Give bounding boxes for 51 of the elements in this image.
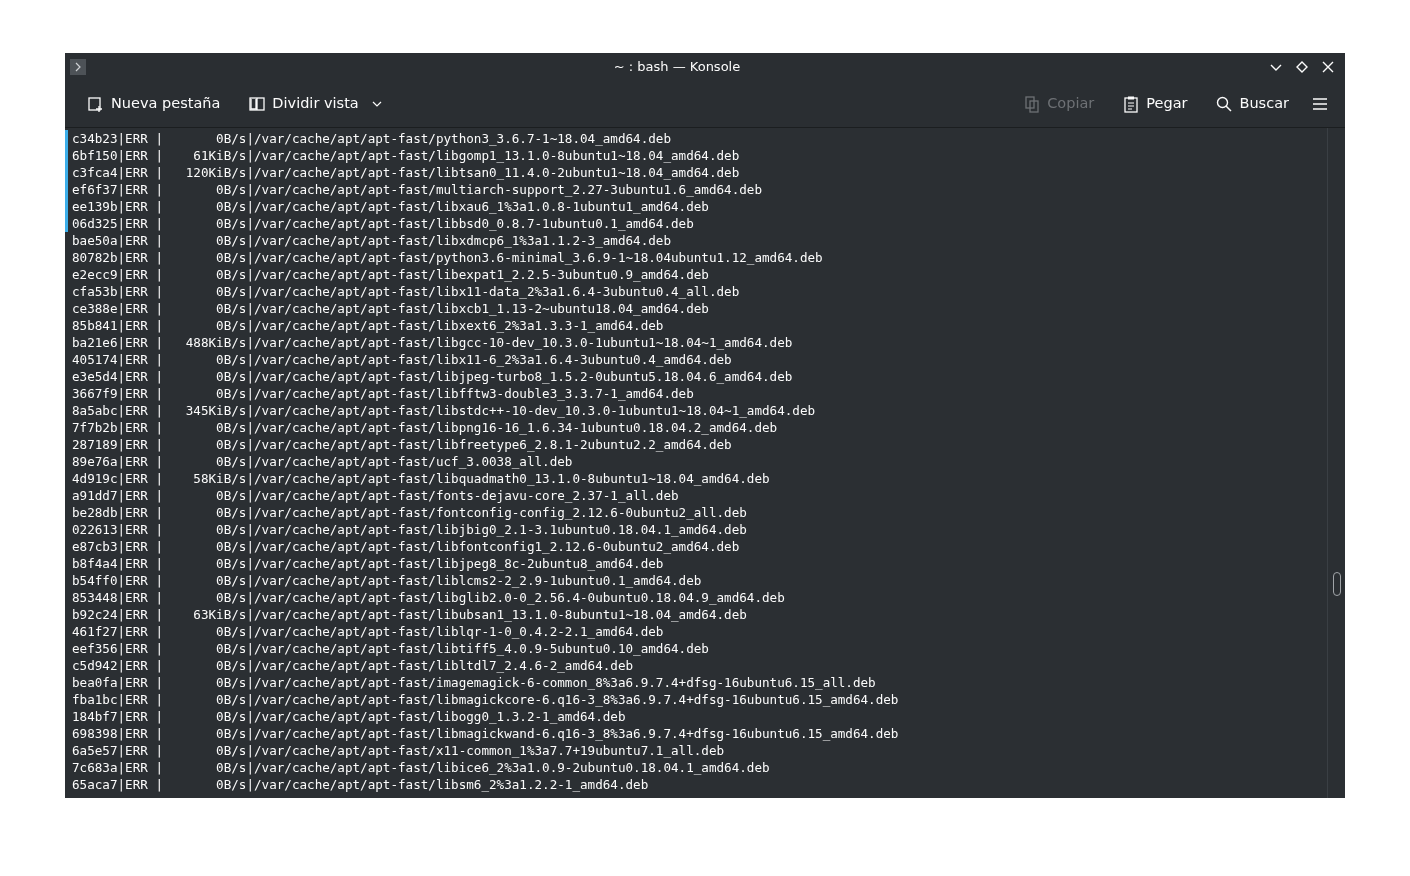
terminal-line: be28db|ERR | 0B/s|/var/cache/apt/apt-fast/fontconfig-config_2.12.6-0ubuntu2_all.deb — [71, 504, 747, 521]
terminal-line: 80782b|ERR | 0B/s|/var/cache/apt/apt-fast/python3.6-minimal_3.6.9-1~18.04ubuntu1.12_amd64.deb — [71, 249, 823, 266]
terminal-line: 8a5abc|ERR | 345KiB/s|/var/cache/apt/apt-fast/libstdc++-10-dev_10.3.0-1ubuntu1~18.04~1_amd64.deb — [71, 402, 816, 419]
terminal-line: 6bf150|ERR | 61KiB/s|/var/cache/apt/apt-fast/libgomp1_13.1.0-8ubuntu1~18.04_amd64.deb — [65, 147, 740, 164]
terminal-line: 461f27|ERR | 0B/s|/var/cache/apt/apt-fast/liblqr-1-0_0.4.2-2.1_amd64.deb — [71, 623, 664, 640]
terminal-line: 405174|ERR | 0B/s|/var/cache/apt/apt-fast/libx11-6_2%3a1.6.4-3ubuntu0.4_amd64.deb — [71, 351, 732, 368]
terminal-line: 853448|ERR | 0B/s|/var/cache/apt/apt-fast/libglib2.0-0_2.56.4-0ubuntu0.18.04.9_amd64.deb — [71, 589, 785, 606]
terminal-line: c34b23|ERR | 0B/s|/var/cache/apt/apt-fast/python3_3.6.7-1~18.04_amd64.deb — [65, 130, 671, 147]
terminal-line: 7f7b2b|ERR | 0B/s|/var/cache/apt/apt-fast/libpng16-16_1.6.34-1ubuntu0.18.04.2_amd64.deb — [71, 419, 778, 436]
terminal-line: ef6f37|ERR | 0B/s|/var/cache/apt/apt-fast/multiarch-support_2.27-3ubuntu1.6_amd64.deb — [65, 181, 762, 198]
terminal-line: b92c24|ERR | 63KiB/s|/var/cache/apt/apt-fast/libubsan1_13.1.0-8ubuntu1~18.04_amd64.deb — [71, 606, 747, 623]
terminal-line: e87cb3|ERR | 0B/s|/var/cache/apt/apt-fast/libfontconfig1_2.12.6-0ubuntu2_amd64.deb — [71, 538, 740, 555]
window-title: ~ : bash — Konsole — [612, 58, 742, 77]
split-view-icon — [248, 95, 267, 113]
terminal-line: 698398|ERR | 0B/s|/var/cache/apt/apt-fast/libmagickwand-6.q16-3_8%3a6.9.7.4+dfsg-16ubuntu6.15_amd64.deb — [71, 725, 899, 742]
terminal-line: cfa53b|ERR | 0B/s|/var/cache/apt/apt-fast/libx11-data_2%3a1.6.4-3ubuntu0.4_all.deb — [71, 283, 740, 300]
terminal-line: 85b841|ERR | 0B/s|/var/cache/apt/apt-fast/libxext6_2%3a1.3.3-1_amd64.deb — [71, 317, 664, 334]
terminal-line: e3e5d4|ERR | 0B/s|/var/cache/apt/apt-fast/libjpeg-turbo8_1.5.2-0ubuntu5.18.04.6_amd64.deb — [71, 368, 793, 385]
terminal-line: 6a5e57|ERR | 0B/s|/var/cache/apt/apt-fast/x11-common_1%3a7.7+19ubuntu7.1_all.deb — [71, 742, 725, 759]
paste-button[interactable]: Pegar — [1116, 89, 1194, 119]
terminal-line: a91dd7|ERR | 0B/s|/var/cache/apt/apt-fast/fonts-dejavu-core_2.37-1_all.deb — [71, 487, 679, 504]
terminal-line: bea0fa|ERR | 0B/s|/var/cache/apt/apt-fast/imagemagick-6-common_8%3a6.9.7.4+dfsg-16ubuntu6.15_all.deb — [71, 674, 876, 691]
terminal-line: ce388e|ERR | 0B/s|/var/cache/apt/apt-fast/libxcb1_1.13-2~ubuntu18.04_amd64.deb — [71, 300, 709, 317]
terminal-line: b54ff0|ERR | 0B/s|/var/cache/apt/apt-fast/liblcms2-2_2.9-1ubuntu0.1_amd64.deb — [71, 572, 702, 589]
menu-icon[interactable] — [1311, 95, 1329, 113]
terminal-line: 022613|ERR | 0B/s|/var/cache/apt/apt-fast/libjbig0_2.1-3.1ubuntu0.18.04.1_amd64.deb — [71, 521, 747, 538]
terminal-line: bae50a|ERR | 0B/s|/var/cache/apt/apt-fast/libxdmcp6_1%3a1.1.2-3_amd64.deb — [71, 232, 671, 249]
terminal-line: 06d325|ERR | 0B/s|/var/cache/apt/apt-fast/libbsd0_0.8.7-1ubuntu0.1_amd64.deb — [65, 215, 694, 232]
terminal-icon — [69, 58, 87, 76]
search-icon — [1215, 95, 1234, 113]
newtab-button[interactable]: Nueva pestaña — [81, 89, 227, 119]
terminal-line: ee139b|ERR | 0B/s|/var/cache/apt/apt-fast/libxau6_1%3a1.0.8-1ubuntu1_amd64.deb — [65, 198, 709, 215]
terminal-line: 65aca7|ERR | 0B/s|/var/cache/apt/apt-fast/libsm6_2%3a1.2.2-1_amd64.deb — [71, 776, 649, 793]
newtab-icon — [87, 95, 105, 113]
terminal-line: c3fca4|ERR | 120KiB/s|/var/cache/apt/apt-fast/libtsan0_11.4.0-2ubuntu1~18.04_amd64.deb — [65, 164, 740, 181]
split-button[interactable]: Dividir vista — [242, 89, 389, 119]
copy-icon — [1023, 95, 1042, 113]
terminal-line: eef356|ERR | 0B/s|/var/cache/apt/apt-fast/libtiff5_4.0.9-5ubuntu0.10_amd64.deb — [71, 640, 709, 657]
terminal-line: c5d942|ERR | 0B/s|/var/cache/apt/apt-fast/libltdl7_2.4.6-2_amd64.deb — [71, 657, 634, 674]
clipboard-icon — [1122, 95, 1141, 113]
search-button[interactable]: Buscar — [1209, 89, 1295, 119]
terminal-line: ba21e6|ERR | 488KiB/s|/var/cache/apt/apt-fast/libgcc-10-dev_10.3.0-1ubuntu1~18.04~1_amd64.deb — [71, 334, 793, 351]
terminal-line: b8f4a4|ERR | 0B/s|/var/cache/apt/apt-fast/libjpeg8_8c-2ubuntu8_amd64.deb — [71, 555, 664, 572]
terminal-line: e2ecc9|ERR | 0B/s|/var/cache/apt/apt-fast/libexpat1_2.2.5-3ubuntu0.9_amd64.deb — [71, 266, 709, 283]
terminal-line: 3667f9|ERR | 0B/s|/var/cache/apt/apt-fast/libfftw3-double3_3.3.7-1_amd64.deb — [71, 385, 694, 402]
terminal-line: 4d919c|ERR | 58KiB/s|/var/cache/apt/apt-fast/libquadmath0_13.1.0-8ubuntu1~18.04_amd64.deb — [71, 470, 770, 487]
terminal-line: 7c683a|ERR | 0B/s|/var/cache/apt/apt-fast/libice6_2%3a1.0.9-2ubuntu0.18.04.1_amd64.deb — [71, 759, 770, 776]
terminal-line: 89e76a|ERR | 0B/s|/var/cache/apt/apt-fast/ucf_3.0038_all.deb — [71, 453, 573, 470]
terminal-line: fba1bc|ERR | 0B/s|/var/cache/apt/apt-fast/libmagickcore-6.q16-3_8%3a6.9.7.4+dfsg-16ubuntu6.15_amd64.deb — [71, 691, 899, 708]
terminal-line: 184bf7|ERR | 0B/s|/var/cache/apt/apt-fast/libogg0_1.3.2-1_amd64.deb — [71, 708, 626, 725]
terminal-line: 287189|ERR | 0B/s|/var/cache/apt/apt-fast/libfreetype6_2.8.1-2ubuntu2.2_amd64.deb — [71, 436, 732, 453]
